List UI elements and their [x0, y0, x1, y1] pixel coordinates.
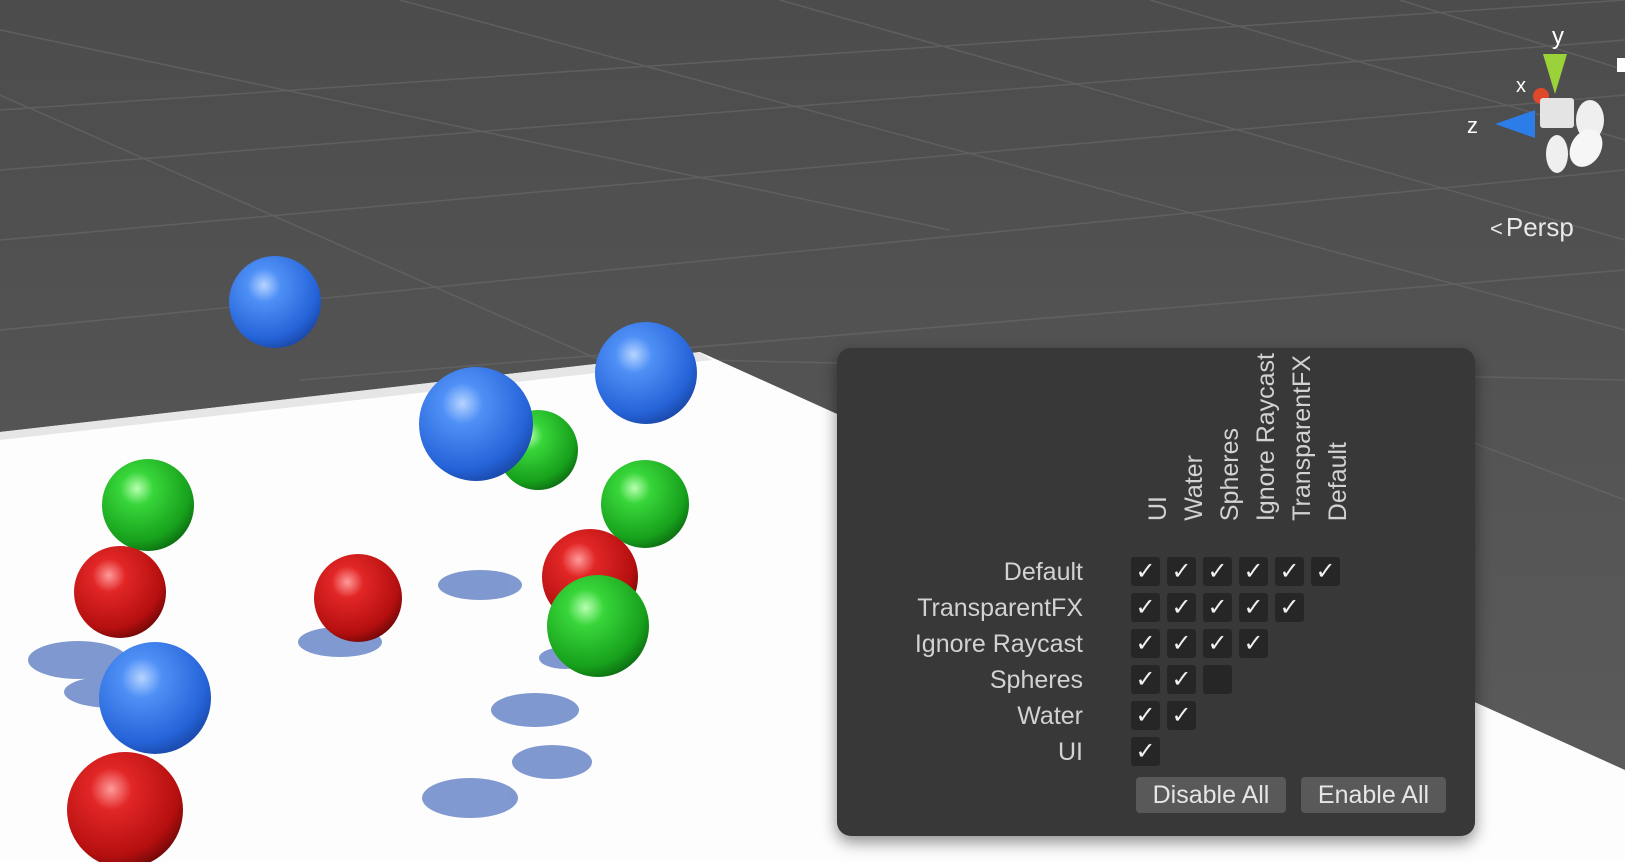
- sphere-red[interactable]: [74, 546, 166, 638]
- sphere-green[interactable]: [102, 459, 194, 551]
- column-label: TransparentFX: [1288, 355, 1316, 521]
- row-label: Spheres: [989, 666, 1083, 694]
- sphere-blue[interactable]: [419, 367, 533, 481]
- collision-checkbox[interactable]: [1203, 665, 1232, 694]
- gizmo-lock-icon[interactable]: [1617, 58, 1625, 72]
- chevron-left-icon: <: [1490, 216, 1503, 241]
- collision-checkbox[interactable]: ✓: [1203, 557, 1232, 586]
- collision-checkbox[interactable]: ✓: [1275, 593, 1304, 622]
- scene-view[interactable]: y x z < Persp UI Water Spheres Ignore Raycas…: [0, 0, 1625, 862]
- gizmo-center-cube[interactable]: [1540, 98, 1574, 128]
- collision-checkbox[interactable]: ✓: [1203, 593, 1232, 622]
- sphere-red[interactable]: [314, 554, 402, 642]
- row-label: Water: [1017, 702, 1083, 730]
- axis-z-cone[interactable]: [1495, 110, 1535, 138]
- row-label: Default: [1003, 558, 1083, 586]
- collision-checkbox[interactable]: ✓: [1239, 593, 1268, 622]
- sphere-green[interactable]: [547, 575, 649, 677]
- projection-toggle[interactable]: < Persp: [1490, 212, 1574, 243]
- sphere-blue[interactable]: [99, 642, 211, 754]
- collision-checkbox[interactable]: ✓: [1131, 701, 1160, 730]
- collision-checkbox[interactable]: ✓: [1167, 629, 1196, 658]
- sphere-blue[interactable]: [595, 322, 697, 424]
- axis-y-cone[interactable]: [1543, 54, 1567, 94]
- axis-negative-z-cone[interactable]: [1563, 123, 1609, 173]
- column-label: Ignore Raycast: [1252, 352, 1280, 521]
- axis-y-label: y: [1552, 23, 1564, 50]
- axis-negative-y-cone[interactable]: [1546, 135, 1568, 173]
- disable-all-button[interactable]: Disable All: [1136, 777, 1286, 813]
- enable-all-button[interactable]: Enable All: [1301, 777, 1446, 813]
- collision-checkbox[interactable]: ✓: [1167, 701, 1196, 730]
- axis-z-label: z: [1467, 113, 1478, 138]
- column-label: Default: [1324, 441, 1352, 521]
- collision-checkbox[interactable]: ✓: [1131, 557, 1160, 586]
- collision-checkbox[interactable]: ✓: [1167, 665, 1196, 694]
- collision-checkbox[interactable]: ✓: [1131, 593, 1160, 622]
- row-label: TransparentFX: [917, 594, 1083, 622]
- row-label: UI: [1058, 738, 1083, 766]
- axis-x-label: x: [1516, 75, 1526, 97]
- collision-checkbox[interactable]: ✓: [1239, 557, 1268, 586]
- row-label: Ignore Raycast: [914, 630, 1083, 658]
- collision-checkbox[interactable]: ✓: [1203, 629, 1232, 658]
- collision-checkbox[interactable]: ✓: [1167, 593, 1196, 622]
- orientation-gizmo[interactable]: y x z: [1440, 18, 1625, 178]
- collision-checkbox[interactable]: ✓: [1167, 557, 1196, 586]
- collision-checkbox[interactable]: ✓: [1131, 737, 1160, 766]
- column-label: Water: [1180, 455, 1208, 521]
- collision-checkbox[interactable]: ✓: [1131, 665, 1160, 694]
- column-label: Spheres: [1216, 427, 1244, 521]
- sphere-green[interactable]: [601, 460, 689, 548]
- column-label: UI: [1144, 496, 1172, 521]
- projection-label: Persp: [1505, 212, 1574, 242]
- sphere-blue[interactable]: [229, 256, 321, 348]
- collision-checkbox[interactable]: ✓: [1311, 557, 1340, 586]
- layer-collision-matrix-panel: UI Water Spheres Ignore Raycast TransparentF…: [837, 348, 1475, 836]
- collision-checkbox[interactable]: ✓: [1239, 629, 1268, 658]
- collision-checkbox[interactable]: ✓: [1131, 629, 1160, 658]
- collision-checkbox[interactable]: ✓: [1275, 557, 1304, 586]
